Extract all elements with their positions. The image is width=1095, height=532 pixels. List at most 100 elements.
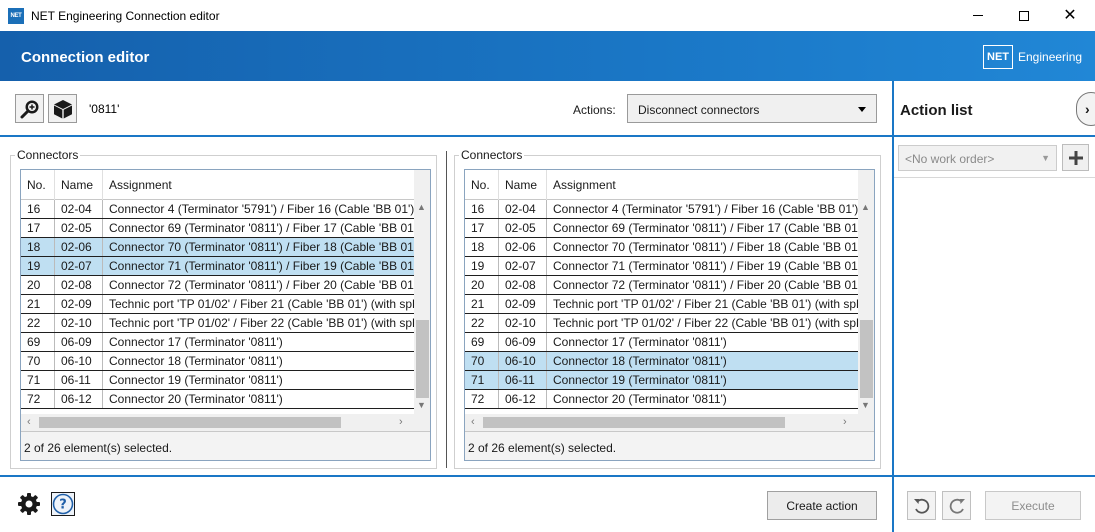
vertical-scrollbar[interactable]: ▲ ▼ — [858, 170, 874, 414]
scroll-down-icon[interactable]: ▼ — [861, 400, 870, 410]
window-title: NET Engineering Connection editor — [31, 9, 220, 23]
cell-assignment: Connector 71 (Terminator '0811') / Fiber… — [553, 259, 858, 273]
column-header-no[interactable]: No. — [21, 170, 55, 200]
vertical-scrollbar[interactable]: ▲ ▼ — [414, 170, 430, 414]
cell-no: 69 — [465, 333, 499, 351]
scroll-thumb[interactable] — [860, 320, 873, 398]
settings-button[interactable] — [17, 492, 41, 516]
redo-button[interactable] — [942, 491, 971, 520]
table-row[interactable]: 22 02-10 Technic port 'TP 01/02' / Fiber 2… — [465, 314, 858, 333]
table-row[interactable]: 69 06-09 Connector 17 (Terminator '0811') — [21, 333, 414, 352]
table-row[interactable]: 71 06-11 Connector 19 (Terminator '0811') — [465, 371, 858, 390]
cell-no: 72 — [465, 390, 499, 408]
cell-no: 21 — [465, 295, 499, 313]
grid-header: No. Name Assignment — [21, 170, 414, 200]
table-row[interactable]: 19 02-07 Connector 71 (Terminator '0811') … — [21, 257, 414, 276]
cell-assignment: Connector 17 (Terminator '0811') — [553, 335, 727, 349]
scroll-up-icon[interactable]: ▲ — [417, 202, 426, 212]
gear-icon — [18, 493, 40, 515]
cell-no: 16 — [21, 200, 55, 218]
table-row[interactable]: 16 02-04 Connector 4 (Terminator '5791') /… — [21, 200, 414, 219]
minimize-icon — [973, 15, 983, 16]
scroll-up-icon[interactable]: ▲ — [861, 202, 870, 212]
actions-label: Actions: — [573, 103, 616, 117]
cell-no: 71 — [465, 371, 499, 389]
table-row[interactable]: 20 02-08 Connector 72 (Terminator '0811') … — [21, 276, 414, 295]
minimize-button[interactable] — [955, 0, 1001, 31]
column-header-no[interactable]: No. — [465, 170, 499, 200]
table-row[interactable]: 18 02-06 Connector 70 (Terminator '0811') … — [21, 238, 414, 257]
brand-text: Engineering — [1018, 50, 1083, 64]
scroll-thumb[interactable] — [416, 320, 429, 398]
selection-status-text: 2 of 26 element(s) selected. — [24, 441, 173, 455]
cell-name: 02-10 — [55, 314, 103, 332]
cell-assignment: Technic port 'TP 01/02' / Fiber 21 (Cabl… — [109, 297, 414, 311]
table-row[interactable]: 17 02-05 Connector 69 (Terminator '0811') … — [21, 219, 414, 238]
horizontal-scrollbar[interactable]: ‹ › — [465, 414, 874, 431]
table-row[interactable]: 22 02-10 Technic port 'TP 01/02' / Fiber 2… — [21, 314, 414, 333]
table-row[interactable]: 71 06-11 Connector 19 (Terminator '0811') — [21, 371, 414, 390]
cell-assignment: Technic port 'TP 01/02' / Fiber 22 (Cabl… — [553, 316, 858, 330]
terminator-box-button[interactable] — [48, 94, 77, 123]
table-row[interactable]: 70 06-10 Connector 18 (Terminator '0811') — [21, 352, 414, 371]
svg-text:?: ? — [59, 498, 67, 513]
scroll-thumb[interactable] — [483, 417, 785, 428]
table-row[interactable]: 18 02-06 Connector 70 (Terminator '0811') … — [465, 238, 858, 257]
connectors-grid-left[interactable]: No. Name Assignment 16 02-04 Connector 4 (… — [20, 169, 431, 461]
maximize-button[interactable] — [1001, 0, 1047, 31]
column-header-assignment[interactable]: Assignment — [547, 170, 858, 200]
scroll-left-icon[interactable]: ‹ — [27, 416, 31, 428]
add-work-order-button[interactable] — [1062, 144, 1089, 171]
cell-assignment: Connector 70 (Terminator '0811') / Fiber… — [553, 240, 858, 254]
collapse-panel-button[interactable]: › — [1076, 92, 1095, 126]
table-row[interactable]: 17 02-05 Connector 69 (Terminator '0811') … — [465, 219, 858, 238]
help-button[interactable]: ? — [51, 492, 75, 516]
table-row[interactable]: 69 06-09 Connector 17 (Terminator '0811') — [465, 333, 858, 352]
table-row[interactable]: 19 02-07 Connector 71 (Terminator '0811') … — [465, 257, 858, 276]
scroll-right-icon[interactable]: › — [399, 416, 403, 428]
group-label: Connectors — [459, 148, 525, 162]
table-row[interactable]: 21 02-09 Technic port 'TP 01/02' / Fiber 2… — [465, 295, 858, 314]
actions-dropdown[interactable]: Disconnect connectors — [627, 94, 877, 123]
brand-box: NET — [983, 45, 1013, 69]
table-row[interactable]: 72 06-12 Connector 20 (Terminator '0811') — [21, 390, 414, 409]
scroll-left-icon[interactable]: ‹ — [471, 416, 475, 428]
create-action-button[interactable]: Create action — [767, 491, 877, 520]
cell-name: 06-12 — [499, 390, 547, 408]
table-row[interactable]: 21 02-09 Technic port 'TP 01/02' / Fiber 2… — [21, 295, 414, 314]
scroll-thumb[interactable] — [39, 417, 341, 428]
selection-status: 2 of 26 element(s) selected. — [465, 431, 874, 460]
cell-no: 19 — [465, 257, 499, 275]
cell-no: 22 — [465, 314, 499, 332]
cell-assignment: Connector 17 (Terminator '0811') — [109, 335, 283, 349]
cell-name: 02-10 — [499, 314, 547, 332]
cell-assignment: Connector 69 (Terminator '0811') / Fiber… — [553, 221, 858, 235]
selection-status-text: 2 of 26 element(s) selected. — [468, 441, 617, 455]
table-row[interactable]: 72 06-12 Connector 20 (Terminator '0811') — [465, 390, 858, 409]
execute-button[interactable]: Execute — [985, 491, 1081, 520]
horizontal-scrollbar[interactable]: ‹ › — [21, 414, 430, 431]
table-row[interactable]: 16 02-04 Connector 4 (Terminator '5791') /… — [465, 200, 858, 219]
work-order-dropdown[interactable]: <No work order> ▼ — [898, 145, 1057, 171]
scroll-down-icon[interactable]: ▼ — [417, 400, 426, 410]
cell-assignment: Connector 72 (Terminator '0811') / Fiber… — [109, 278, 414, 292]
chevron-right-icon: › — [1085, 101, 1090, 117]
connectors-grid-right[interactable]: No. Name Assignment 16 02-04 Connector 4 (… — [464, 169, 875, 461]
undo-button[interactable] — [907, 491, 936, 520]
close-button[interactable]: ✕ — [1047, 0, 1093, 31]
cell-assignment: Connector 70 (Terminator '0811') / Fiber… — [109, 240, 414, 254]
connectors-group-left: Connectors No. Name Assignment 16 02-04 Co… — [10, 148, 437, 469]
cell-assignment: Connector 71 (Terminator '0811') / Fiber… — [109, 259, 414, 273]
table-row[interactable]: 70 06-10 Connector 18 (Terminator '0811') — [465, 352, 858, 371]
column-header-name[interactable]: Name — [55, 170, 103, 200]
column-header-name[interactable]: Name — [499, 170, 547, 200]
table-row[interactable]: 20 02-08 Connector 72 (Terminator '0811') … — [465, 276, 858, 295]
app-header: Connection editor NET Engineering — [0, 31, 1095, 81]
cell-name: 02-08 — [499, 276, 547, 294]
scroll-right-icon[interactable]: › — [843, 416, 847, 428]
select-terminator-button[interactable] — [15, 94, 44, 123]
cell-assignment: Connector 72 (Terminator '0811') / Fiber… — [553, 278, 858, 292]
group-label: Connectors — [15, 148, 81, 162]
cell-name: 06-11 — [499, 371, 547, 389]
column-header-assignment[interactable]: Assignment — [103, 170, 414, 200]
